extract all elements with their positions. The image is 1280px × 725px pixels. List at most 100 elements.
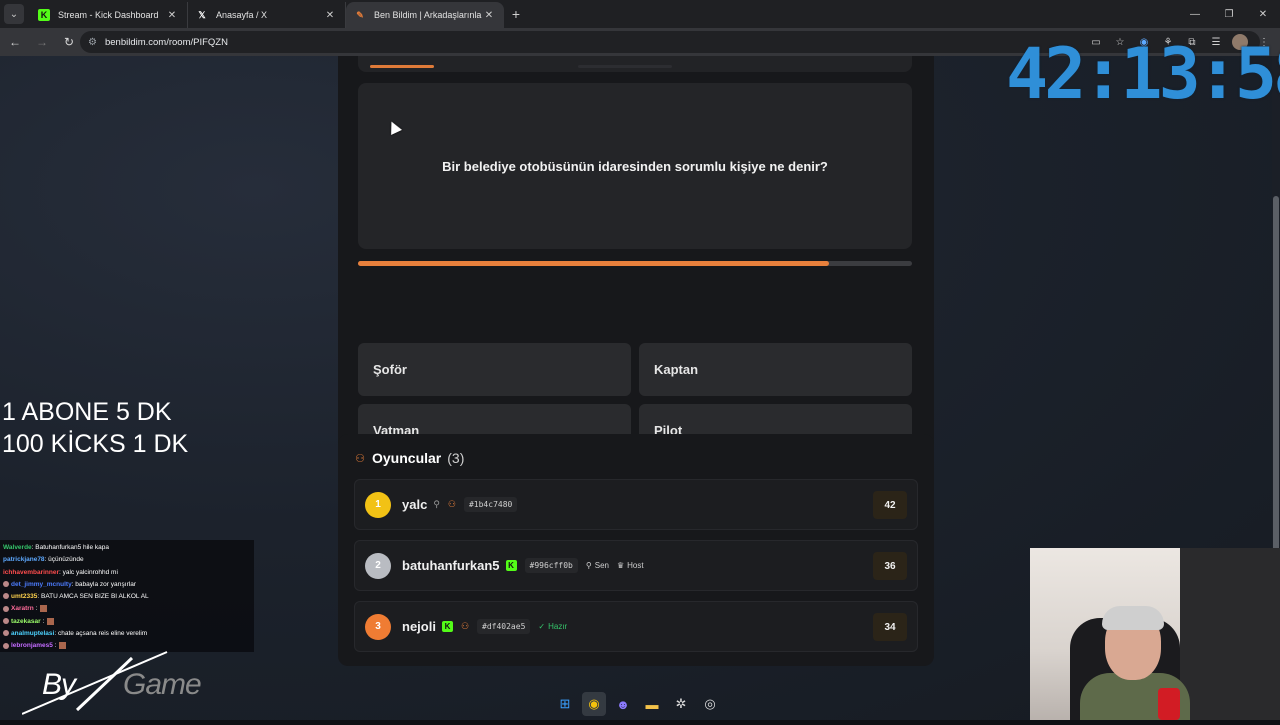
webcam-background-door	[1180, 548, 1280, 720]
chat-username: Xaratrn	[11, 605, 34, 613]
chat-text: :	[52, 642, 59, 650]
scrollbar-thumb[interactable]	[1273, 196, 1279, 556]
player-name: batuhanfurkan5	[402, 558, 500, 573]
chat-text: :	[33, 605, 40, 613]
player-row: 1 yalc ⚲ ⚇ #1b4c7480 42	[354, 479, 918, 530]
player-hash: #1b4c7480	[463, 497, 518, 512]
chrome-icon[interactable]: ◉	[582, 692, 606, 716]
url-text[interactable]: benbildim.com/room/PIFQZN	[105, 37, 228, 48]
player-name: nejoli	[402, 619, 436, 634]
chat-text: : babayla zor yarışırlar	[71, 580, 136, 588]
chat-badge-icon	[3, 618, 9, 625]
site-info-icon[interactable]: ⚙	[88, 37, 97, 48]
channel-logo: By Game	[21, 650, 202, 720]
chat-badge-icon	[3, 642, 9, 649]
tab-benbildim[interactable]: ✎ Ben Bildim | Arkadaşlarınla Onl ✕	[346, 2, 504, 28]
players-panel: ⚇ Oyuncular (3) 1 yalc ⚲ ⚇ #1b4c7480 42 …	[338, 434, 934, 666]
promo-line-2: 100 KİCKS 1 DK	[2, 430, 189, 458]
question-card: Bir belediye otobüsünün idaresinden soru…	[358, 83, 912, 249]
chat-message: patrickjane78: üçünüzünde	[3, 554, 251, 566]
tab-x-home[interactable]: 𝕏 Anasayfa / X ✕	[188, 2, 346, 28]
host-label: Host	[627, 561, 644, 570]
players-title: Oyuncular	[372, 450, 442, 466]
add-friend-icon[interactable]: ⚇	[448, 499, 456, 510]
host-badge: ♛ Host	[617, 561, 644, 570]
webcam-feed	[1030, 548, 1280, 720]
chat-username: patrickjane78	[3, 556, 45, 564]
player-row: 2 batuhanfurkan5 K #996cff0b ⚲ Sen ♛ Host …	[354, 540, 918, 591]
browser-tab-bar: ⌄ K Stream - Kick Dashboard ✕ 𝕏 Anasayfa…	[0, 0, 1280, 28]
chat-message: analmuptelasi: chate açsana reis eline v…	[3, 628, 251, 640]
chat-username: umt2335	[11, 593, 38, 601]
chat-username: det_jimmy_mcnulty	[11, 580, 72, 588]
app-icon[interactable]: ✲	[669, 692, 693, 716]
add-friend-icon[interactable]: ⚇	[461, 621, 469, 632]
close-window-icon[interactable]: ✕	[1246, 0, 1280, 28]
file-explorer-icon[interactable]: ▬	[640, 692, 664, 716]
webcam-person-hair	[1102, 606, 1164, 630]
chat-badge-icon	[3, 593, 9, 600]
rank-badge: 2	[365, 552, 391, 579]
minimize-icon[interactable]: —	[1178, 0, 1212, 28]
chat-message: ichhavembarinner: yalc yalcinrohhd mi	[3, 567, 251, 579]
answer-option-2[interactable]: Kaptan	[639, 343, 912, 396]
tab-title: Stream - Kick Dashboard	[58, 10, 159, 20]
previous-card-strip	[358, 56, 912, 72]
quiz-panel: Bir belediye otobüsünün idaresinden soru…	[338, 56, 934, 476]
question-text: Bir belediye otobüsünün idaresinden soru…	[442, 158, 828, 174]
stream-chat-overlay: Walverde: Batuhanfurkan5 hile kapa patric…	[0, 540, 254, 652]
person-icon: ⚲	[433, 499, 440, 509]
logo-text-by: By	[42, 668, 76, 701]
x-logo-icon: 𝕏	[198, 9, 206, 20]
chat-badge-icon	[3, 630, 9, 637]
chat-text: : chate açsana reis eline verelim	[54, 630, 148, 638]
taskbar: ⊞ ◉ ☻ ▬ ✲ ◎	[553, 692, 722, 716]
new-tab-button[interactable]: +	[504, 2, 528, 26]
check-circle-icon: ✓	[538, 622, 546, 631]
players-header: ⚇ Oyuncular (3)	[354, 450, 464, 466]
benbildim-icon: ✎	[356, 9, 364, 20]
close-icon[interactable]: ✕	[323, 10, 337, 21]
chat-badge-icon	[3, 605, 9, 612]
player-name: yalc	[402, 497, 428, 512]
chat-emote-icon	[59, 642, 67, 650]
discord-icon[interactable]: ☻	[611, 692, 635, 716]
chat-message: det_jimmy_mcnulty: babayla zor yarışırla…	[3, 579, 251, 591]
chat-username: lebronjames5	[11, 642, 53, 650]
kick-verified-icon: K	[441, 621, 453, 632]
forward-icon[interactable]: →	[30, 30, 54, 54]
ready-label: Hazır	[548, 622, 568, 631]
person-icon: ⚲	[585, 561, 592, 570]
kick-verified-icon: K	[505, 560, 517, 571]
chat-username: ichhavembarinner	[3, 568, 59, 576]
promo-line-1: 1 ABONE 5 DK	[2, 398, 172, 426]
you-label: Sen	[594, 561, 609, 570]
crown-icon: ♛	[616, 561, 625, 570]
tab-title: Ben Bildim | Arkadaşlarınla Onl	[374, 10, 482, 20]
close-icon[interactable]: ✕	[482, 10, 496, 21]
obs-icon[interactable]: ◎	[698, 692, 722, 716]
chat-username: analmuptelasi	[11, 630, 55, 638]
close-icon[interactable]: ✕	[165, 10, 179, 21]
answer-option-1[interactable]: Şoför	[358, 343, 631, 396]
you-badge: ⚲ Sen	[586, 561, 609, 570]
players-count: (3)	[447, 450, 465, 466]
rank-badge: 1	[365, 491, 391, 518]
tab-title: Anasayfa / X	[216, 10, 268, 20]
chat-text: :	[40, 617, 47, 625]
tab-kick-dashboard[interactable]: K Stream - Kick Dashboard ✕	[30, 2, 188, 28]
reload-icon[interactable]: ↻	[57, 30, 81, 54]
chat-message: tazekasar :	[3, 616, 251, 628]
tab-search-button[interactable]: ⌄	[4, 4, 24, 24]
rank-badge: 3	[365, 613, 391, 640]
chat-username: tazekasar	[11, 617, 41, 625]
previous-gray-bar	[578, 65, 672, 68]
ready-badge: ✓ Hazır	[538, 622, 567, 631]
restore-icon[interactable]: ❐	[1212, 0, 1246, 28]
chat-username: Walverde	[3, 544, 32, 551]
back-icon[interactable]: ←	[3, 30, 27, 54]
timer-progress-fill	[358, 261, 829, 266]
windows-start-icon[interactable]: ⊞	[553, 692, 577, 716]
users-icon: ⚇	[355, 452, 365, 465]
player-score: 42	[873, 491, 907, 519]
